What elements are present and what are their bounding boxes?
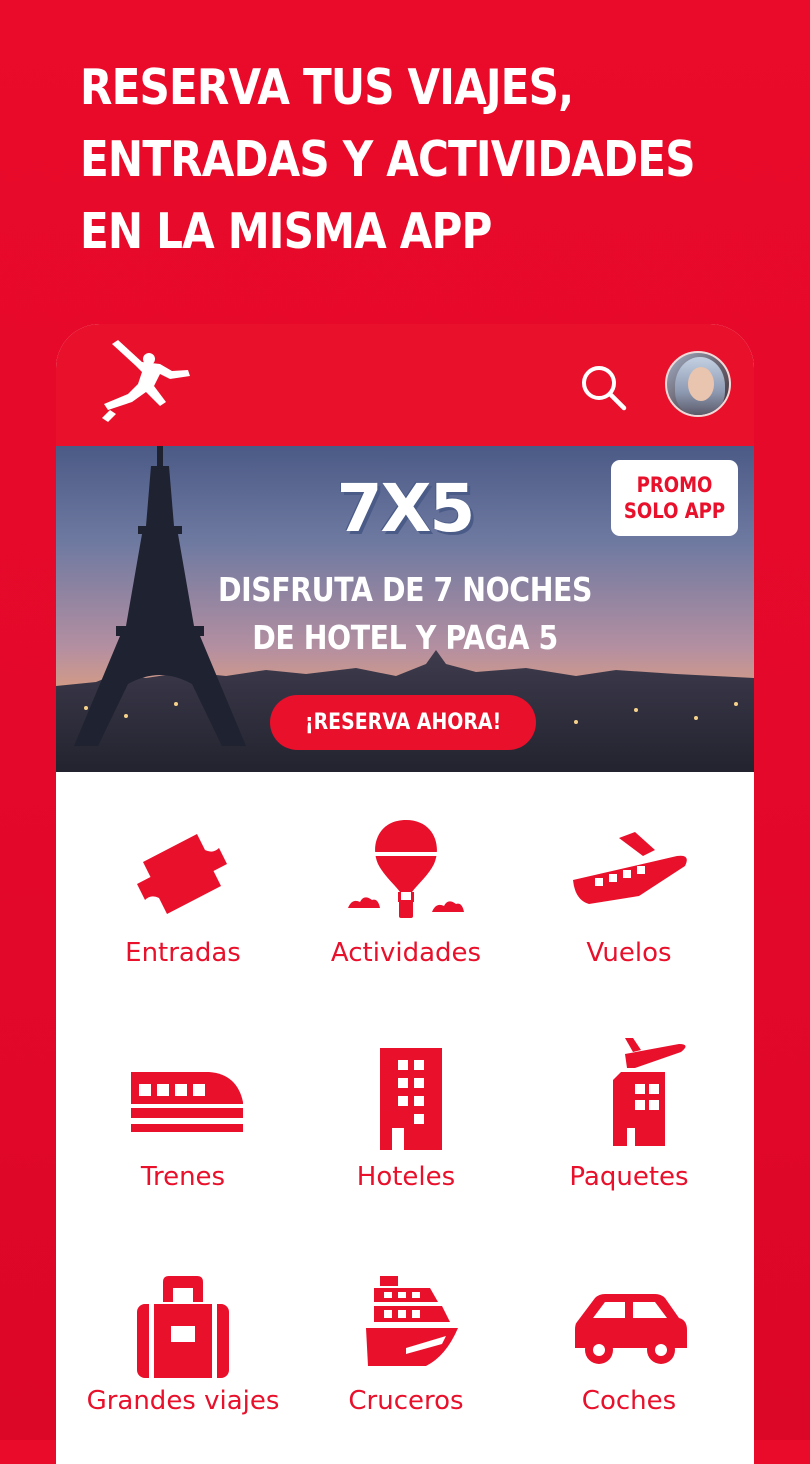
ticket-icon: [137, 834, 227, 914]
category-label: Trenes: [140, 1162, 226, 1192]
headline-line-2: ENTRADAS Y ACTIVIDADES: [80, 131, 696, 188]
category-label: Cruceros: [348, 1386, 464, 1416]
headline-line-1: RESERVA TUS VIAJES,: [80, 59, 574, 116]
badge-line-1: PROMO: [636, 473, 713, 497]
train-icon: [131, 1072, 243, 1132]
search-icon[interactable]: [578, 362, 628, 412]
category-label: Actividades: [330, 938, 482, 968]
category-vuelos[interactable]: Vuelos: [517, 812, 741, 1012]
cruise-ship-icon: [366, 1276, 458, 1366]
package-plane-hotel-icon: [613, 1038, 686, 1146]
category-label: Coches: [581, 1386, 677, 1416]
book-now-label: ¡RESERVA AHORA!: [304, 710, 502, 735]
category-paquetes[interactable]: Paquetes: [517, 1036, 741, 1236]
app-header: [56, 324, 754, 446]
promo-banner[interactable]: 7X5 DISFRUTA DE 7 NOCHES DE HOTEL Y PAGA…: [56, 446, 754, 772]
marketing-headline: RESERVA TUS VIAJES, ENTRADAS Y ACTIVIDAD…: [80, 52, 696, 268]
category-label: Entradas: [125, 938, 241, 968]
category-grandes-viajes[interactable]: Grandes viajes: [71, 1264, 295, 1464]
category-label: Vuelos: [586, 938, 672, 968]
user-avatar[interactable]: [665, 351, 731, 417]
avatar-face: [688, 367, 714, 401]
suitcase-icon: [137, 1276, 229, 1378]
badge-line-2: SOLO APP: [623, 499, 726, 523]
category-hoteles[interactable]: Hoteles: [294, 1036, 518, 1236]
jumping-man-logo-icon[interactable]: [102, 340, 192, 422]
category-cruceros[interactable]: Cruceros: [294, 1264, 518, 1464]
category-label: Hoteles: [356, 1162, 456, 1192]
category-entradas[interactable]: Entradas: [71, 812, 295, 1012]
category-actividades[interactable]: Actividades: [294, 812, 518, 1012]
hotel-building-icon: [380, 1048, 442, 1150]
promo-subtitle-line-1: DISFRUTA DE 7 NOCHES: [218, 570, 592, 609]
headline-line-3: EN LA MISMA APP: [80, 203, 492, 260]
category-trenes[interactable]: Trenes: [71, 1036, 295, 1236]
promo-app-only-badge: PROMO SOLO APP: [611, 460, 738, 536]
book-now-button[interactable]: ¡RESERVA AHORA!: [270, 695, 536, 750]
promo-subtitle-line-2: DE HOTEL Y PAGA 5: [252, 618, 558, 657]
airplane-icon: [573, 832, 687, 904]
car-icon: [575, 1294, 687, 1364]
category-label: Paquetes: [569, 1162, 689, 1192]
category-label: Grandes viajes: [86, 1386, 280, 1416]
category-coches[interactable]: Coches: [517, 1264, 741, 1464]
phone-screen: 7X5 DISFRUTA DE 7 NOCHES DE HOTEL Y PAGA…: [56, 324, 754, 1464]
hot-air-balloon-icon: [348, 820, 464, 918]
